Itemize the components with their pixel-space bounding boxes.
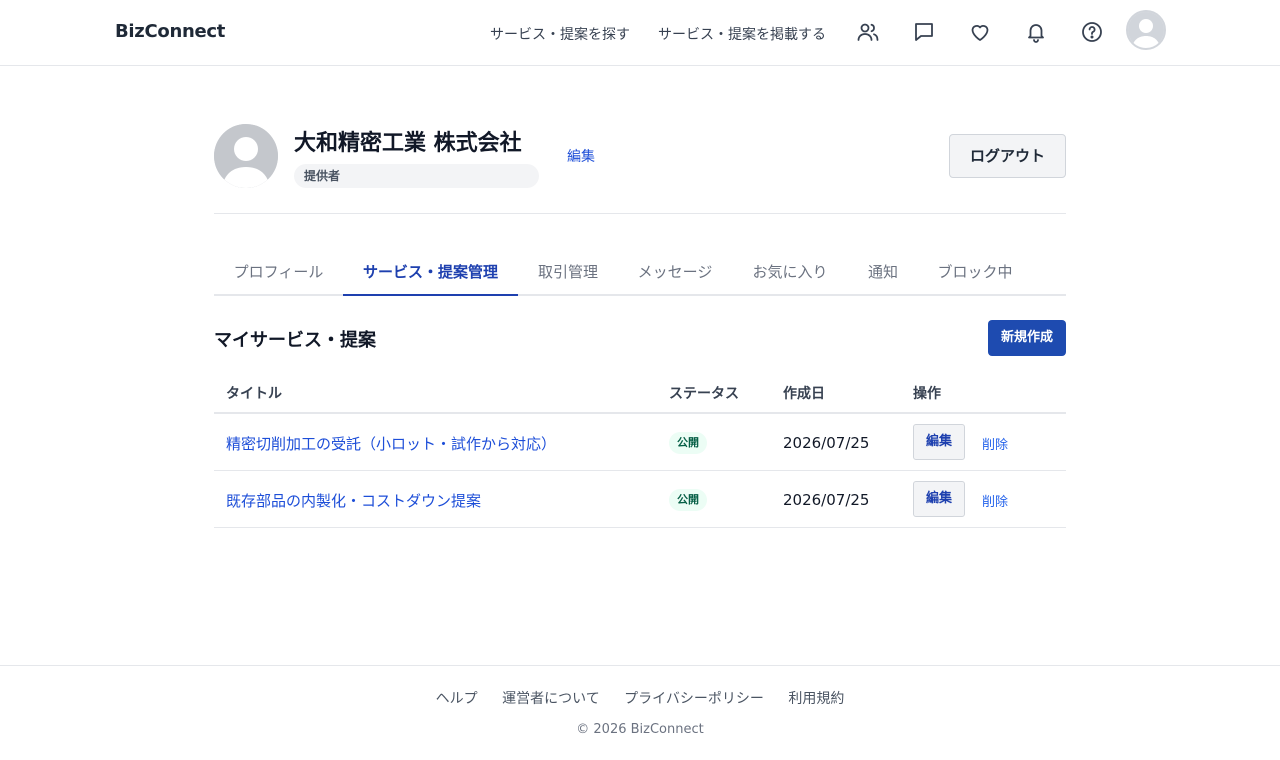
page-footer: ヘルプ 運営者について プライバシーポリシー 利用規約 © 2026 BizCo…	[0, 665, 1280, 760]
tab-profile[interactable]: プロフィール	[214, 246, 343, 296]
header-avatar[interactable]	[1126, 10, 1166, 50]
service-title-link[interactable]: 精密切削加工の受託（小ロット・試作から対応）	[226, 433, 556, 454]
created-date: 2026/07/25	[783, 434, 870, 452]
status-badge: 公開	[669, 432, 707, 454]
tab-notifications[interactable]: 通知	[848, 246, 918, 296]
delete-link[interactable]: 削除	[982, 434, 1008, 453]
column-operations: 操作	[913, 386, 941, 402]
top-header: BizConnect サービス・提案を探す サービス・提案を掲載する	[0, 0, 1280, 66]
nav-post-services[interactable]: サービス・提案を掲載する	[658, 24, 826, 44]
tab-transactions[interactable]: 取引管理	[518, 246, 618, 296]
column-title: タイトル	[226, 386, 282, 402]
tab-blocked[interactable]: ブロック中	[918, 246, 1032, 296]
users-icon[interactable]	[856, 20, 880, 44]
column-status: ステータス	[669, 386, 739, 402]
services-table: タイトル ステータス 作成日 操作 精密切削加工の受託（小ロット・試作から対応）…	[214, 370, 1066, 528]
logout-button[interactable]: ログアウト	[949, 134, 1066, 178]
profile-avatar	[214, 124, 278, 188]
tab-services[interactable]: サービス・提案管理	[343, 246, 518, 296]
created-date: 2026/07/25	[783, 491, 870, 509]
footer-link-help[interactable]: ヘルプ	[436, 688, 478, 708]
footer-link-terms[interactable]: 利用規約	[788, 688, 844, 708]
heart-icon[interactable]	[968, 20, 992, 44]
bell-icon[interactable]	[1024, 20, 1048, 44]
table-row: 既存部品の内製化・コストダウン提案 公開 2026/07/25 編集 削除	[214, 471, 1066, 528]
role-badge: 提供者	[294, 164, 539, 188]
tab-bar: プロフィール サービス・提案管理 取引管理 メッセージ お気に入り 通知 ブロッ…	[214, 246, 1066, 296]
tab-favorites[interactable]: お気に入り	[732, 246, 848, 296]
site-logo[interactable]: BizConnect	[115, 21, 225, 42]
tab-messages[interactable]: メッセージ	[618, 246, 732, 296]
message-icon[interactable]	[912, 20, 936, 44]
service-title-link[interactable]: 既存部品の内製化・コストダウン提案	[226, 490, 481, 511]
copyright: © 2026 BizConnect	[576, 722, 704, 737]
footer-links: ヘルプ 運営者について プライバシーポリシー 利用規約	[0, 688, 1280, 708]
new-service-button[interactable]: 新規作成	[988, 320, 1066, 356]
footer-link-about[interactable]: 運営者について	[502, 688, 600, 708]
company-name: 大和精密工業 株式会社	[294, 131, 522, 156]
footer-link-privacy[interactable]: プライバシーポリシー	[624, 688, 764, 708]
edit-button[interactable]: 編集	[913, 481, 965, 517]
status-badge: 公開	[669, 489, 707, 511]
edit-button[interactable]: 編集	[913, 424, 965, 460]
table-header: タイトル ステータス 作成日 操作	[214, 370, 1066, 414]
profile-divider	[214, 213, 1066, 214]
nav-find-services[interactable]: サービス・提案を探す	[490, 24, 630, 44]
column-date: 作成日	[783, 386, 825, 402]
edit-profile-link[interactable]: 編集	[567, 146, 595, 166]
section-title: マイサービス・提案	[214, 330, 376, 351]
table-row: 精密切削加工の受託（小ロット・試作から対応） 公開 2026/07/25 編集 …	[214, 414, 1066, 471]
help-icon[interactable]	[1080, 20, 1104, 44]
delete-link[interactable]: 削除	[982, 491, 1008, 510]
